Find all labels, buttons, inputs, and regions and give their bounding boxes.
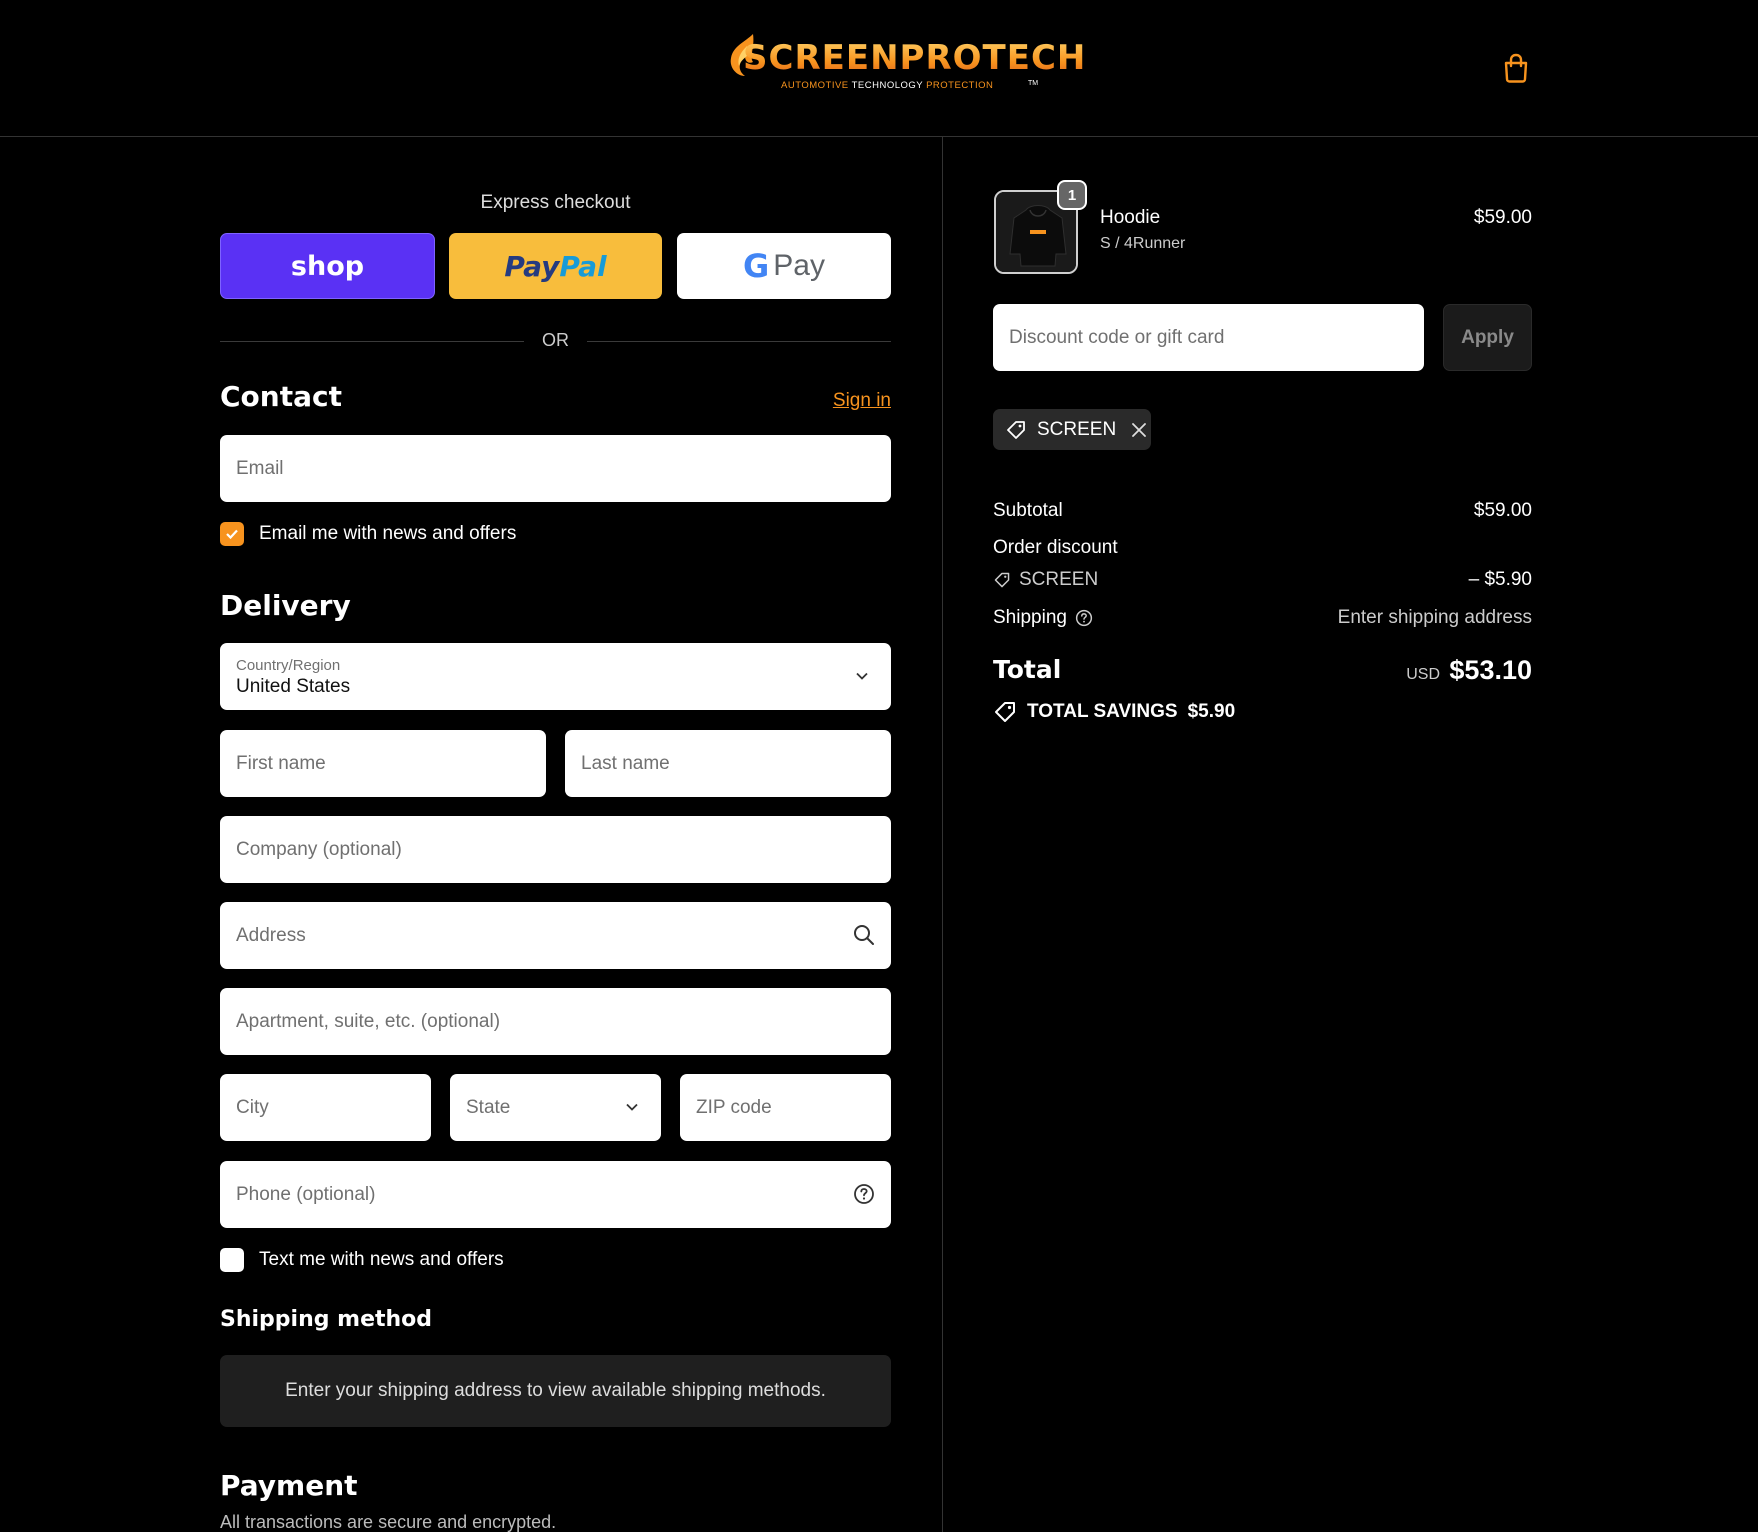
country-label: Country/Region [236, 657, 341, 674]
country-select[interactable]: Country/Region United States [220, 643, 891, 710]
express-checkout-title: Express checkout [480, 192, 631, 213]
shipping-value: Enter shipping address [1337, 607, 1532, 628]
savings-label: TOTAL SAVINGS [1027, 701, 1178, 722]
google-pay-label: Pay [773, 249, 825, 282]
last-name-field[interactable]: Last name [565, 730, 891, 797]
zip-placeholder: ZIP code [696, 1096, 772, 1118]
google-g-icon: G [743, 247, 770, 285]
text-news-checkbox[interactable] [220, 1248, 244, 1272]
logo-wordmark: SCREENPROTECH [743, 38, 1087, 78]
city-field[interactable]: City [220, 1074, 431, 1141]
help-circle-icon[interactable] [1075, 609, 1093, 627]
product-price: $59.00 [1473, 207, 1532, 228]
shipping-label: Shipping [993, 607, 1067, 628]
address-placeholder: Address [236, 924, 306, 946]
chevron-down-icon [626, 1103, 638, 1111]
zip-field[interactable]: ZIP code [680, 1074, 891, 1141]
logo-tag-right: PROTECTION [926, 80, 994, 91]
state-select[interactable]: State [450, 1074, 661, 1141]
subtotal-label: Subtotal [993, 500, 1063, 521]
column-divider [942, 137, 943, 1532]
paypal-label-pal: Pal [559, 249, 607, 283]
applied-discount-chip: SCREEN [993, 409, 1151, 450]
state-placeholder: State [466, 1096, 511, 1118]
applied-code-label: SCREEN [1037, 418, 1117, 440]
discount-code-row: SCREEN – $5.90 [993, 569, 1532, 591]
check-icon [226, 529, 238, 540]
total-label: Total [993, 655, 1062, 684]
email-placeholder: Email [236, 457, 284, 479]
product-variant: S / 4Runner [1100, 235, 1186, 252]
or-line-right [587, 341, 891, 342]
phone-field[interactable]: Phone (optional) [220, 1161, 891, 1228]
shipping-method-heading: Shipping method [220, 1307, 433, 1332]
apartment-field[interactable]: Apartment, suite, etc. (optional) [220, 988, 891, 1055]
checkout-page: SCREENPROTECH AUTOMOTIVE TECHNOLOGY PROT… [0, 0, 1758, 1532]
delivery-heading: Delivery [220, 589, 351, 622]
discount-placeholder: Discount code or gift card [1009, 326, 1225, 348]
subtotal-row: Subtotal $59.00 [993, 500, 1532, 522]
discount-code-label: SCREEN [993, 569, 1532, 591]
logo-trademark: TM [1028, 80, 1039, 87]
close-icon[interactable] [1130, 421, 1148, 439]
logo-tagline: AUTOMOTIVE TECHNOLOGY PROTECTION [781, 80, 993, 91]
company-placeholder: Company (optional) [236, 838, 402, 860]
email-field[interactable]: Email [220, 435, 891, 502]
quantity-badge: 1 [1057, 180, 1087, 210]
subtotal-value: $59.00 [1473, 500, 1532, 521]
first-name-field[interactable]: First name [220, 730, 546, 797]
tag-icon [994, 572, 1010, 588]
paypal-label-pay: Pay [504, 249, 560, 283]
savings-value: $5.90 [1187, 701, 1236, 722]
total-value: $53.10 [1449, 655, 1532, 685]
total-currency: USD [1406, 666, 1440, 683]
order-discount-row: Order discount [993, 537, 1532, 559]
text-news-checkbox-row[interactable]: Text me with news and offers [220, 1248, 504, 1272]
header: SCREENPROTECH AUTOMOTIVE TECHNOLOGY PROT… [0, 0, 1758, 137]
logo-tag-mid: TECHNOLOGY [851, 80, 923, 91]
apply-discount-button[interactable]: Apply [1443, 304, 1532, 371]
sign-in-link[interactable]: Sign in [833, 390, 891, 412]
total-savings: TOTAL SAVINGS $5.90 [993, 700, 1235, 724]
order-discount-label: Order discount [993, 537, 1118, 558]
shop-pay-label: shop [290, 250, 365, 282]
text-news-label: Text me with news and offers [259, 1249, 504, 1270]
or-divider: OR [220, 330, 891, 352]
email-news-checkbox-row[interactable]: Email me with news and offers [220, 522, 516, 546]
chevron-down-icon [856, 672, 868, 680]
first-name-placeholder: First name [236, 752, 326, 774]
phone-placeholder: Phone (optional) [236, 1183, 376, 1205]
shipping-method-info: Enter your shipping address to view avai… [220, 1355, 891, 1427]
shipping-row: Shipping Enter shipping address [993, 607, 1532, 629]
discount-code-text: SCREEN [1019, 569, 1099, 590]
discount-code-field[interactable]: Discount code or gift card [993, 304, 1424, 371]
store-logo[interactable]: SCREENPROTECH AUTOMOTIVE TECHNOLOGY PROT… [725, 32, 1085, 96]
contact-heading: Contact [220, 380, 342, 413]
discount-value: – $5.90 [1468, 569, 1532, 590]
savings-tag-icon [995, 702, 1015, 722]
apartment-placeholder: Apartment, suite, etc. (optional) [236, 1010, 501, 1032]
help-circle-icon[interactable] [853, 1183, 875, 1205]
company-field[interactable]: Company (optional) [220, 816, 891, 883]
payment-heading: Payment [220, 1469, 358, 1502]
city-placeholder: City [236, 1096, 269, 1118]
address-field[interactable]: Address [220, 902, 891, 969]
payment-subtitle: All transactions are secure and encrypte… [220, 1512, 557, 1532]
product-name: Hoodie [1100, 207, 1161, 228]
logo-tag-left: AUTOMOTIVE [781, 80, 849, 91]
google-pay-button[interactable]: G Pay [677, 233, 891, 299]
shop-pay-button[interactable]: shop [220, 233, 435, 299]
country-value: United States [236, 676, 351, 697]
last-name-placeholder: Last name [581, 752, 670, 774]
tag-icon [1007, 420, 1025, 439]
shopping-bag-icon[interactable] [1502, 53, 1530, 83]
paypal-button[interactable]: PayPal [449, 233, 662, 299]
search-icon [854, 925, 874, 945]
email-news-label: Email me with news and offers [259, 523, 517, 544]
email-news-checkbox[interactable] [220, 522, 244, 546]
